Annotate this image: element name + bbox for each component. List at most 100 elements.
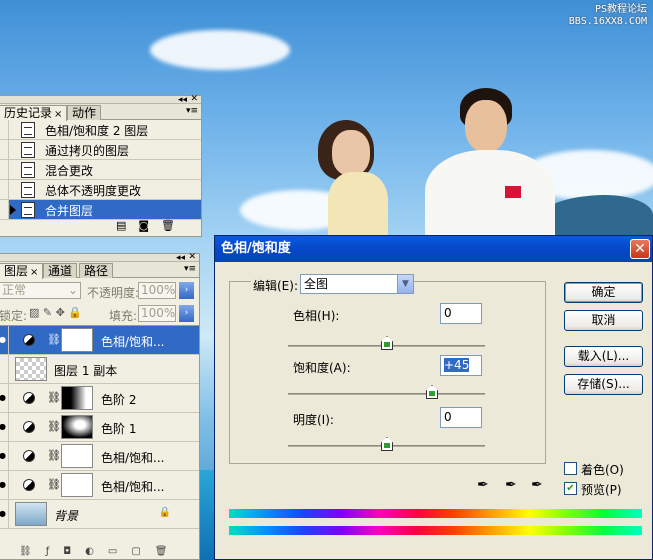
fill-value: 100% xyxy=(141,306,176,320)
history-item[interactable]: 混合更改 xyxy=(0,160,201,180)
eye-icon[interactable]: ● xyxy=(0,326,9,354)
history-source-cell[interactable] xyxy=(0,180,9,199)
layer-thumbnail[interactable] xyxy=(15,357,47,381)
adjustment-icon[interactable]: ◐ xyxy=(85,546,108,557)
tab-layers[interactable]: 图层 × xyxy=(0,263,44,279)
ok-button[interactable]: 确定 xyxy=(564,282,643,303)
layer-mask-thumbnail[interactable] xyxy=(61,444,93,468)
history-list: 色相/饱和度 2 图层 通过拷贝的图层 混合更改 总体不透明度更改 合并图层 xyxy=(0,120,201,220)
hue-input[interactable]: 0 xyxy=(440,303,482,324)
opacity-slider-button[interactable]: › xyxy=(179,282,194,299)
panel-menu-icon[interactable]: ▾≡ xyxy=(184,264,196,274)
snapshot-icon[interactable]: ◙ xyxy=(138,219,161,232)
chevron-down-icon: ⌄ xyxy=(67,283,78,297)
save-button[interactable]: 存储(S)... xyxy=(564,374,643,395)
lock-icon: 🔒 xyxy=(158,507,171,518)
layer-row[interactable]: ● ⛓ 色阶 2 xyxy=(0,384,199,413)
chevron-down-icon[interactable]: ▼ xyxy=(397,275,413,293)
layers-titlebar[interactable]: ◂◂ ✕ xyxy=(0,252,199,263)
history-item[interactable]: 通过拷贝的图层 xyxy=(0,140,201,160)
link-icon[interactable]: ⛓ xyxy=(47,420,61,433)
history-item[interactable]: 总体不透明度更改 xyxy=(0,180,201,200)
panel-menu-icon[interactable]: ▾≡ xyxy=(186,106,198,116)
history-item[interactable]: 色相/饱和度 2 图层 xyxy=(0,120,201,140)
edit-select[interactable]: 全图 ▼ xyxy=(300,274,414,294)
close-button[interactable]: ✕ xyxy=(630,239,650,259)
trash-icon[interactable]: 🗑 xyxy=(155,546,182,557)
tab-history-label: 历史记录 xyxy=(4,106,53,120)
opacity-input[interactable]: 100% xyxy=(138,282,176,299)
eye-icon[interactable] xyxy=(0,355,9,383)
eye-icon[interactable]: ● xyxy=(0,384,9,412)
layer-mask-thumbnail[interactable] xyxy=(61,415,93,439)
preview-label: 预览(P) xyxy=(581,483,622,497)
link-icon[interactable]: ⛓ xyxy=(47,391,61,404)
watermark: PS教程论坛 BBS.16XX8.COM xyxy=(569,4,647,28)
tab-history[interactable]: 历史记录 × xyxy=(0,105,68,121)
layer-row[interactable]: ● 背景 🔒 xyxy=(0,500,199,529)
load-button[interactable]: 载入(L)... xyxy=(564,346,643,367)
layer-row[interactable]: ● ⛓ 色阶 1 xyxy=(0,413,199,442)
layer-mask-thumbnail[interactable] xyxy=(61,386,93,410)
layer-mask-thumbnail[interactable] xyxy=(61,473,93,497)
history-source-cell[interactable] xyxy=(0,200,9,219)
eye-icon[interactable]: ● xyxy=(0,500,9,528)
tab-layers-label: 图层 xyxy=(4,264,29,278)
history-tabs: 历史记录 × 动作 ▾≡ xyxy=(0,104,201,121)
history-source-cell[interactable] xyxy=(0,120,9,139)
fill-slider-button[interactable]: › xyxy=(179,305,194,322)
lightness-input[interactable]: 0 xyxy=(440,407,482,428)
layer-row[interactable]: ● ⛓ 色相/饱和... xyxy=(0,442,199,471)
history-source-cell[interactable] xyxy=(0,160,9,179)
fill-input[interactable]: 100% xyxy=(138,305,176,322)
folder-icon[interactable]: ▭ xyxy=(108,546,131,557)
saturation-input[interactable]: +45 xyxy=(440,355,482,376)
tab-channels[interactable]: 通道 xyxy=(43,263,78,278)
eyedropper-icon[interactable]: ✒ xyxy=(477,477,489,493)
cloud xyxy=(150,30,290,70)
colorize-checkbox[interactable] xyxy=(564,462,577,475)
tab-close-icon[interactable]: × xyxy=(30,267,38,278)
close-icon[interactable]: ✕ xyxy=(190,94,198,104)
blend-mode-select[interactable]: 正常 ⌄ xyxy=(0,282,81,299)
preview-checkbox[interactable]: ✔ xyxy=(564,482,577,495)
history-titlebar[interactable]: ◂◂ ✕ xyxy=(0,94,201,105)
eyedropper-plus-icon[interactable]: ✒ xyxy=(505,477,517,493)
bride-face xyxy=(332,130,370,176)
cancel-button[interactable]: 取消 xyxy=(564,310,643,331)
dialog-titlebar[interactable]: 色相/饱和度 ✕ xyxy=(215,236,652,262)
layers-panel: ◂◂ ✕ 图层 × 通道 路径 ▾≡ 正常 ⌄ 不透明度: 100% › 锁定: … xyxy=(0,252,200,560)
blend-row: 正常 ⌄ 不透明度: 100% › xyxy=(0,278,199,302)
link-icon[interactable]: ⛓ xyxy=(47,449,61,462)
history-source-cell[interactable] xyxy=(0,140,9,159)
edit-label: 编辑(E): xyxy=(251,277,300,294)
history-item-selected[interactable]: 合并图层 xyxy=(0,200,201,220)
history-item-label: 色相/饱和度 2 图层 xyxy=(45,124,149,138)
link-layers-icon[interactable]: ⛓ xyxy=(19,546,46,557)
trash-icon[interactable]: 🗑 xyxy=(161,219,187,232)
history-item-label: 混合更改 xyxy=(45,164,94,178)
tab-actions[interactable]: 动作 xyxy=(67,105,102,120)
eye-icon[interactable]: ● xyxy=(0,471,9,499)
link-icon[interactable]: ⛓ xyxy=(47,333,61,346)
tab-close-icon[interactable]: × xyxy=(54,109,62,120)
tab-paths[interactable]: 路径 xyxy=(79,263,114,278)
close-icon[interactable]: ✕ xyxy=(188,252,196,262)
saturation-slider-track[interactable] xyxy=(288,393,485,395)
lock-icons[interactable]: ▨ ✎ ✥ 🔒 xyxy=(29,306,82,319)
layer-row[interactable]: ● ⛓ 色相/饱和... xyxy=(0,471,199,500)
add-mask-icon[interactable]: ◘ xyxy=(63,546,85,557)
eye-icon[interactable]: ● xyxy=(0,442,9,470)
new-document-icon[interactable]: ▤ xyxy=(116,219,138,232)
layer-row[interactable]: 图层 1 副本 xyxy=(0,355,199,384)
layer-row-selected[interactable]: ● ⛓ 色相/饱和... xyxy=(0,326,199,355)
eyedropper-minus-icon[interactable]: ✒ xyxy=(531,477,543,493)
layer-mask-thumbnail[interactable] xyxy=(61,328,93,352)
layer-thumbnail[interactable] xyxy=(15,502,47,526)
fx-icon[interactable]: ƒ xyxy=(46,546,64,557)
link-icon[interactable]: ⛓ xyxy=(47,478,61,491)
hue-saturation-dialog: 色相/饱和度 ✕ 编辑(E): 全图 ▼ 色相(H): 0 饱和度(A): +4… xyxy=(214,235,653,560)
new-layer-icon[interactable]: ▢ xyxy=(131,546,154,557)
tab-paths-label: 路径 xyxy=(84,264,109,278)
eye-icon[interactable]: ● xyxy=(0,413,9,441)
